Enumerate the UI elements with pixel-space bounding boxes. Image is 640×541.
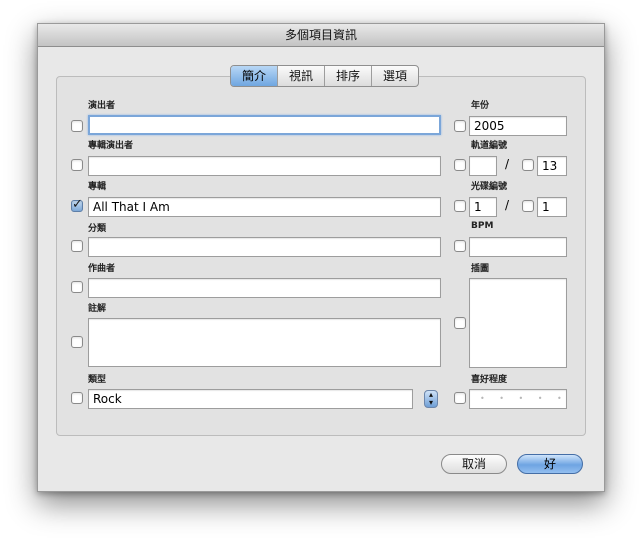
track-number-checkbox[interactable] — [454, 159, 466, 171]
comments-checkbox[interactable] — [71, 336, 83, 348]
artwork-label: 插圖 — [471, 264, 490, 274]
disc-count-field[interactable]: 1 — [537, 197, 567, 217]
album-artist-label: 專輯演出者 — [88, 141, 134, 151]
year-label: 年份 — [471, 101, 490, 111]
info-dialog: 多個項目資訊 簡介 視訊 排序 選項 演出者 專輯演出者 專輯 All That… — [37, 23, 605, 492]
album-field[interactable]: All That I Am — [88, 197, 441, 217]
tab-bar: 簡介 視訊 排序 選項 — [230, 65, 420, 87]
composer-label: 作曲者 — [88, 264, 116, 274]
rating-checkbox[interactable] — [454, 392, 466, 404]
artist-label: 演出者 — [88, 101, 116, 111]
track-number-field[interactable] — [469, 156, 497, 176]
artist-field[interactable] — [88, 115, 441, 135]
artwork-well[interactable] — [469, 278, 567, 368]
cancel-button[interactable]: 取消 — [441, 454, 507, 474]
composer-checkbox[interactable] — [71, 281, 83, 293]
comments-label: 註解 — [88, 304, 107, 314]
tab-options[interactable]: 選項 — [372, 66, 418, 86]
genre-field[interactable]: Rock — [88, 389, 413, 409]
disc-separator: / — [505, 198, 510, 212]
ok-button[interactable]: 好 — [517, 454, 583, 474]
bpm-label: BPM — [471, 221, 494, 231]
bpm-field[interactable] — [469, 237, 567, 257]
tab-sorting[interactable]: 排序 — [325, 66, 373, 86]
disc-number-field[interactable]: 1 — [469, 197, 497, 217]
tab-video[interactable]: 視訊 — [278, 66, 326, 86]
comments-field[interactable] — [88, 318, 441, 367]
grouping-field[interactable] — [88, 237, 441, 257]
genre-label: 類型 — [88, 375, 107, 385]
grouping-checkbox[interactable] — [71, 240, 83, 252]
year-checkbox[interactable] — [454, 120, 466, 132]
track-separator: / — [505, 157, 510, 171]
year-field[interactable]: 2005 — [469, 116, 567, 136]
window-title: 多個項目資訊 — [38, 24, 604, 47]
album-checkbox[interactable] — [71, 197, 83, 212]
artist-checkbox[interactable] — [71, 120, 83, 132]
artwork-checkbox[interactable] — [454, 317, 466, 329]
rating-stars[interactable]: • • • • • — [474, 390, 568, 408]
genre-checkbox[interactable] — [71, 392, 83, 404]
genre-popup-arrows-icon[interactable]: ▴ ▾ — [424, 390, 438, 408]
album-artist-checkbox[interactable] — [71, 159, 83, 171]
grouping-label: 分類 — [88, 224, 107, 234]
track-count-field[interactable]: 13 — [537, 156, 567, 176]
rating-label: 喜好程度 — [471, 375, 508, 385]
composer-field[interactable] — [88, 278, 441, 298]
album-artist-field[interactable] — [88, 156, 441, 176]
disc-count-checkbox[interactable] — [522, 200, 534, 212]
disc-number-label: 光碟編號 — [471, 182, 508, 192]
bpm-checkbox[interactable] — [454, 240, 466, 252]
disc-number-checkbox[interactable] — [454, 200, 466, 212]
track-number-label: 軌道編號 — [471, 141, 508, 151]
track-count-checkbox[interactable] — [522, 159, 534, 171]
tab-summary[interactable]: 簡介 — [231, 66, 279, 86]
album-label: 專輯 — [88, 182, 107, 192]
